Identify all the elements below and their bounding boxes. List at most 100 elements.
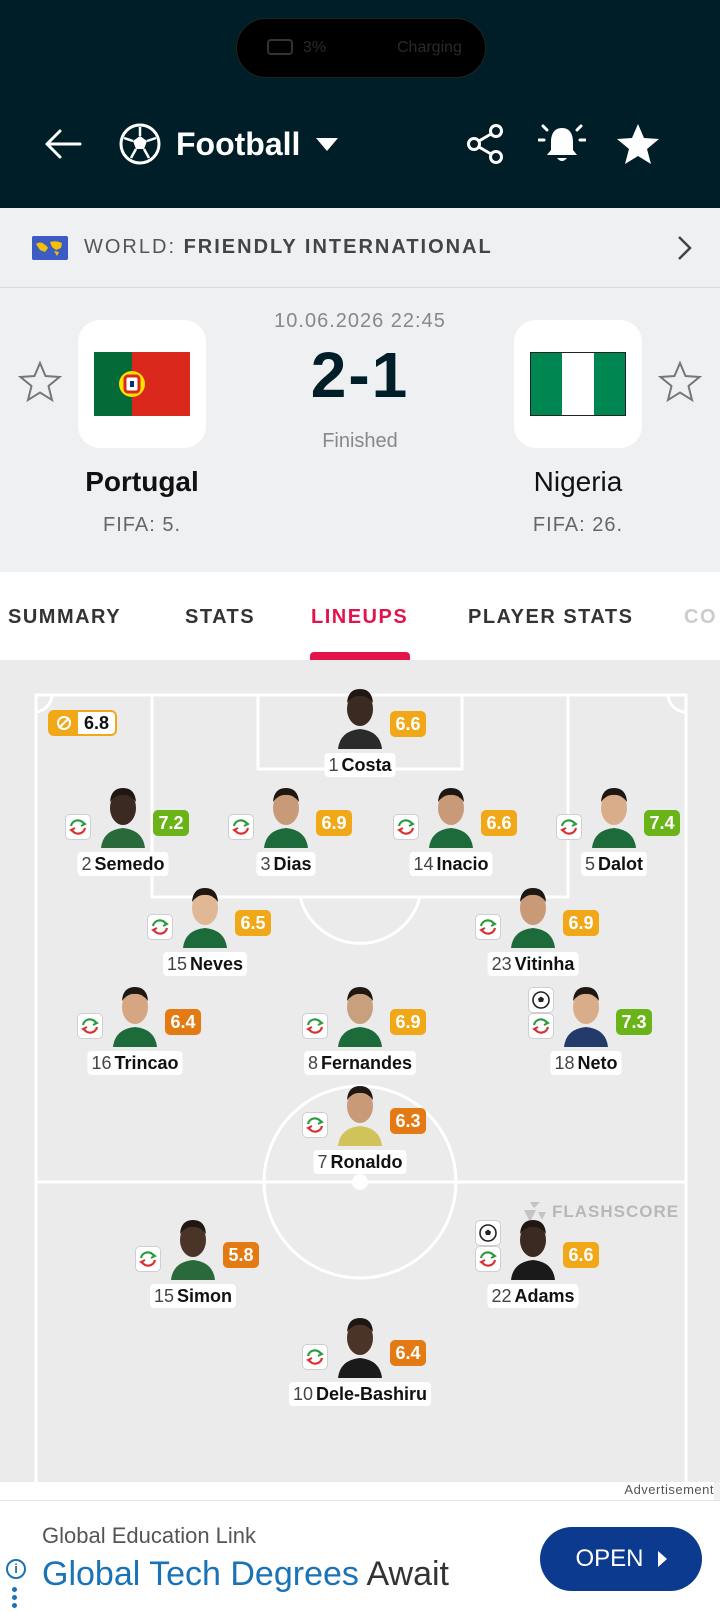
sport-selector[interactable]: Football	[118, 118, 339, 170]
player-name: Simon	[177, 1286, 233, 1306]
share-icon[interactable]	[462, 120, 510, 168]
player-photo	[183, 888, 227, 948]
away-team-crest[interactable]	[514, 320, 642, 448]
player-photo	[264, 788, 308, 848]
notification-bell-icon[interactable]	[538, 120, 586, 168]
player-marker[interactable]: 6.3 7 Ronaldo	[302, 1086, 426, 1174]
player-rating: 6.4	[390, 1340, 426, 1366]
ad-open-label: OPEN	[575, 1545, 644, 1572]
player-number: 2	[81, 854, 92, 874]
player-number: 8	[307, 1053, 318, 1073]
ad-advertiser: Global Education Link	[42, 1523, 257, 1548]
substitution-icon	[528, 1013, 554, 1039]
portugal-flag-icon	[94, 352, 190, 416]
player-photo	[592, 788, 636, 848]
player-marker[interactable]: 5.8 15 Simon	[135, 1220, 259, 1308]
player-name: Costa	[341, 755, 392, 775]
player-name: Trincao	[114, 1053, 179, 1073]
watermark-text: FLASHSCORE	[552, 1202, 680, 1221]
favorite-star-icon[interactable]	[614, 120, 662, 168]
competition-bar[interactable]: WORLD: FRIENDLY INTERNATIONAL	[0, 208, 720, 288]
home-favorite-star-icon[interactable]	[18, 360, 62, 404]
player-marker[interactable]: 6.4 10 Dele-Bashiru	[288, 1318, 432, 1406]
ad-info-icon[interactable]: i	[6, 1559, 26, 1579]
nigeria-flag-icon	[530, 352, 626, 416]
player-photo	[511, 1220, 555, 1280]
goal-ball-icon	[475, 1220, 501, 1246]
battery-icon	[267, 39, 293, 55]
substitution-icon	[475, 1246, 501, 1272]
player-name-label: 2 Semedo	[77, 852, 169, 876]
player-marker[interactable]: 7.3 18 Neto	[528, 987, 652, 1075]
substitution-icon	[556, 814, 582, 840]
player-name-label: 5 Dalot	[580, 852, 648, 876]
tab-lineups[interactable]: LINEUPS	[311, 606, 408, 629]
away-team-name[interactable]: Nigeria	[478, 466, 678, 498]
player-marker[interactable]: 7.2 2 Semedo	[65, 788, 189, 876]
tab-commentary[interactable]: CO	[684, 606, 717, 629]
player-marker[interactable]: 6.9 23 Vitinha	[475, 888, 599, 976]
home-team-crest[interactable]	[78, 320, 206, 448]
player-number: 3	[260, 854, 271, 874]
player-rating: 6.5	[235, 910, 271, 936]
player-name: Ronaldo	[330, 1152, 403, 1172]
player-name-label: 14 Inacio	[409, 852, 493, 876]
player-photo	[429, 788, 473, 848]
player-number: 23	[491, 954, 512, 974]
player-marker[interactable]: 6.9 8 Fernandes	[302, 987, 426, 1075]
ad-banner[interactable]: i Global Education Link Global Tech Degr…	[0, 1500, 720, 1612]
app-header: 3% Charging Football	[0, 0, 720, 208]
ad-headline-rest: Await	[358, 1555, 449, 1593]
battery-percent: 3%	[303, 39, 327, 56]
tab-player-stats[interactable]: PLAYER STATS	[468, 606, 633, 629]
player-name-label: 10 Dele-Bashiru	[288, 1382, 432, 1406]
player-number: 7	[317, 1152, 328, 1172]
player-photo	[511, 888, 555, 948]
substitution-icon	[475, 914, 501, 940]
player-name-label: 23 Vitinha	[487, 952, 579, 976]
player-name-label: 8 Fernandes	[303, 1051, 417, 1075]
substitution-icon	[65, 814, 91, 840]
player-rating: 6.4	[165, 1009, 201, 1035]
player-rating: 6.3	[390, 1108, 426, 1134]
substitution-icon	[302, 1013, 328, 1039]
match-header: Portugal FIFA: 5. 10.06.2026 22:45 2-1 F…	[0, 288, 720, 572]
ad-headline[interactable]: Global Tech Degrees Await	[42, 1555, 449, 1594]
ad-open-button[interactable]: OPEN	[540, 1527, 702, 1591]
player-number: 16	[91, 1053, 112, 1073]
away-favorite-star-icon[interactable]	[658, 360, 702, 404]
back-arrow-icon[interactable]	[40, 120, 88, 168]
player-name-label: 3 Dias	[256, 852, 316, 876]
player-number: 1	[328, 755, 339, 775]
ad-label: Advertisement	[0, 1482, 714, 1500]
substitution-icon	[228, 814, 254, 840]
football-icon	[119, 123, 161, 165]
player-name-label: 7 Ronaldo	[313, 1150, 407, 1174]
player-marker[interactable]: 6.5 15 Neves	[147, 888, 271, 976]
player-name: Neves	[189, 954, 244, 974]
ad-menu-icon[interactable]	[12, 1587, 18, 1611]
player-rating: 7.4	[644, 810, 680, 836]
world-flag-icon	[32, 236, 68, 260]
player-number: 15	[166, 954, 187, 974]
tab-summary[interactable]: SUMMARY	[8, 606, 121, 629]
player-rating: 6.6	[563, 1242, 599, 1268]
play-arrow-icon	[657, 1551, 667, 1567]
match-datetime: 10.06.2026 22:45	[274, 310, 446, 332]
ad-headline-link[interactable]: Global Tech Degrees	[42, 1555, 359, 1593]
tab-stats[interactable]: STATS	[185, 606, 255, 629]
charging-label: Charging	[397, 39, 462, 56]
player-rating: 6.6	[390, 711, 426, 737]
player-marker[interactable]: 6.4 16 Trincao	[77, 987, 201, 1075]
player-rating: 5.8	[223, 1242, 259, 1268]
player-marker[interactable]: 6.6 1 Costa	[324, 689, 426, 777]
player-marker[interactable]: 6.6 14 Inacio	[393, 788, 517, 876]
team-rating-value: 6.8	[84, 712, 110, 733]
player-rating: 7.3	[616, 1009, 652, 1035]
home-team-name[interactable]: Portugal	[42, 466, 242, 498]
player-name: Inacio	[436, 854, 489, 874]
substitution-icon	[77, 1013, 103, 1039]
player-marker[interactable]: 6.9 3 Dias	[228, 788, 352, 876]
player-marker[interactable]: 6.6 22 Adams	[475, 1220, 599, 1308]
player-marker[interactable]: 7.4 5 Dalot	[556, 788, 680, 876]
